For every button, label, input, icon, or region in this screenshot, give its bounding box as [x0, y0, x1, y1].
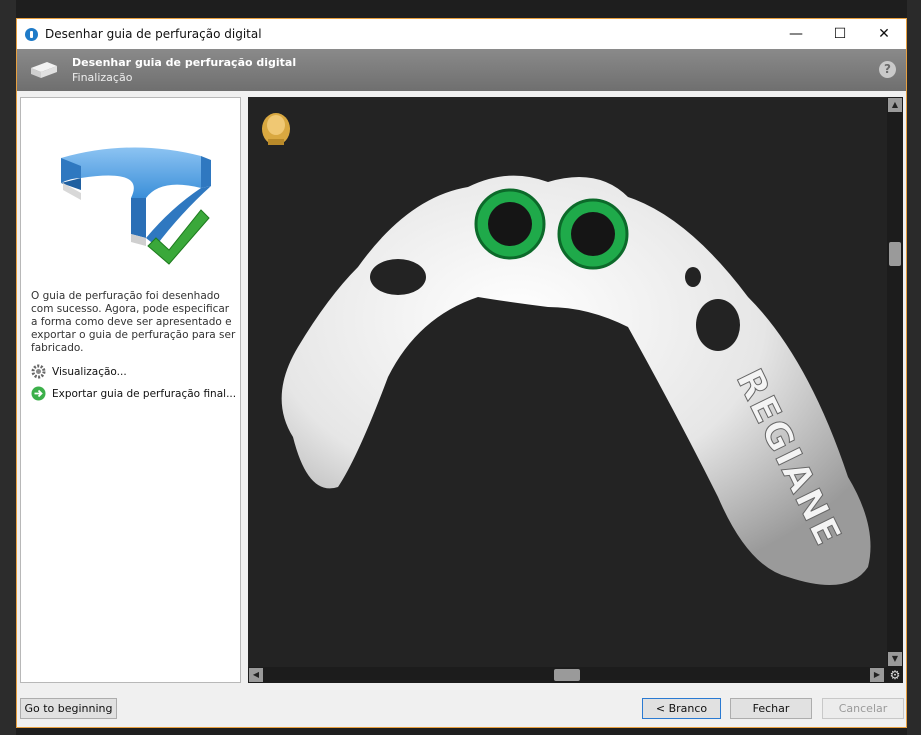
background-app-panel — [0, 0, 16, 735]
help-icon[interactable]: ? — [879, 61, 896, 78]
viewport-settings-icon[interactable]: ⚙ — [887, 667, 903, 683]
close-button[interactable]: ✕ — [862, 19, 906, 49]
3d-viewport[interactable]: REGIANE ▲ ▼ ◀ ▶ ⚙ — [248, 97, 903, 683]
implant-sleeve — [474, 188, 546, 260]
wizard-header: Desenhar guia de perfuração digital Fina… — [17, 49, 906, 91]
export-final-guide-action[interactable]: Exportar guia de perfuração final... — [31, 386, 236, 401]
visualization-action[interactable]: Visualização... — [31, 364, 127, 379]
completion-description: O guia de perfuração foi desenhado com s… — [31, 290, 236, 354]
go-to-beginning-button[interactable]: Go to beginning — [20, 698, 117, 719]
drill-guide-logo-icon — [31, 62, 57, 78]
cancel-button[interactable]: Cancelar — [822, 698, 904, 719]
scroll-up-button[interactable]: ▲ — [888, 98, 902, 112]
scroll-left-button[interactable]: ◀ — [249, 668, 263, 682]
window-title: Desenhar guia de perfuração digital — [45, 27, 262, 41]
left-panel: O guia de perfuração foi desenhado com s… — [20, 97, 241, 683]
maximize-button[interactable]: ☐ — [818, 19, 862, 49]
titlebar: Desenhar guia de perfuração digital — ☐ … — [17, 19, 906, 49]
drill-guide-model: REGIANE — [262, 113, 871, 586]
visualization-label: Visualização... — [52, 365, 127, 378]
header-subtitle: Finalização — [72, 71, 133, 84]
dialog-window: Desenhar guia de perfuração digital — ☐ … — [16, 18, 907, 728]
vertical-scrollbar[interactable]: ▲ ▼ — [887, 97, 903, 667]
drill-guide-illustration — [61, 147, 211, 265]
scroll-down-button[interactable]: ▼ — [888, 652, 902, 666]
gear-icon — [31, 364, 46, 379]
scroll-right-button[interactable]: ▶ — [870, 668, 884, 682]
window-controls: — ☐ ✕ — [774, 19, 906, 49]
horizontal-scroll-thumb[interactable] — [554, 669, 580, 681]
back-button[interactable]: < Branco — [642, 698, 721, 719]
cutout — [685, 267, 701, 287]
app-icon — [25, 27, 38, 41]
horizontal-scrollbar[interactable]: ◀ ▶ — [248, 667, 887, 683]
minimize-button[interactable]: — — [774, 19, 818, 49]
background-app-panel-right — [907, 0, 921, 735]
implant-sleeve — [557, 198, 629, 270]
close-dialog-button[interactable]: Fechar — [730, 698, 812, 719]
cutout — [370, 259, 426, 295]
head-orientation-icon[interactable] — [262, 113, 290, 145]
vertical-scroll-thumb[interactable] — [889, 242, 901, 266]
header-title: Desenhar guia de perfuração digital — [72, 56, 297, 69]
arrow-right-circle-icon — [31, 386, 46, 401]
export-label: Exportar guia de perfuração final... — [52, 387, 237, 400]
cutout — [696, 299, 740, 351]
